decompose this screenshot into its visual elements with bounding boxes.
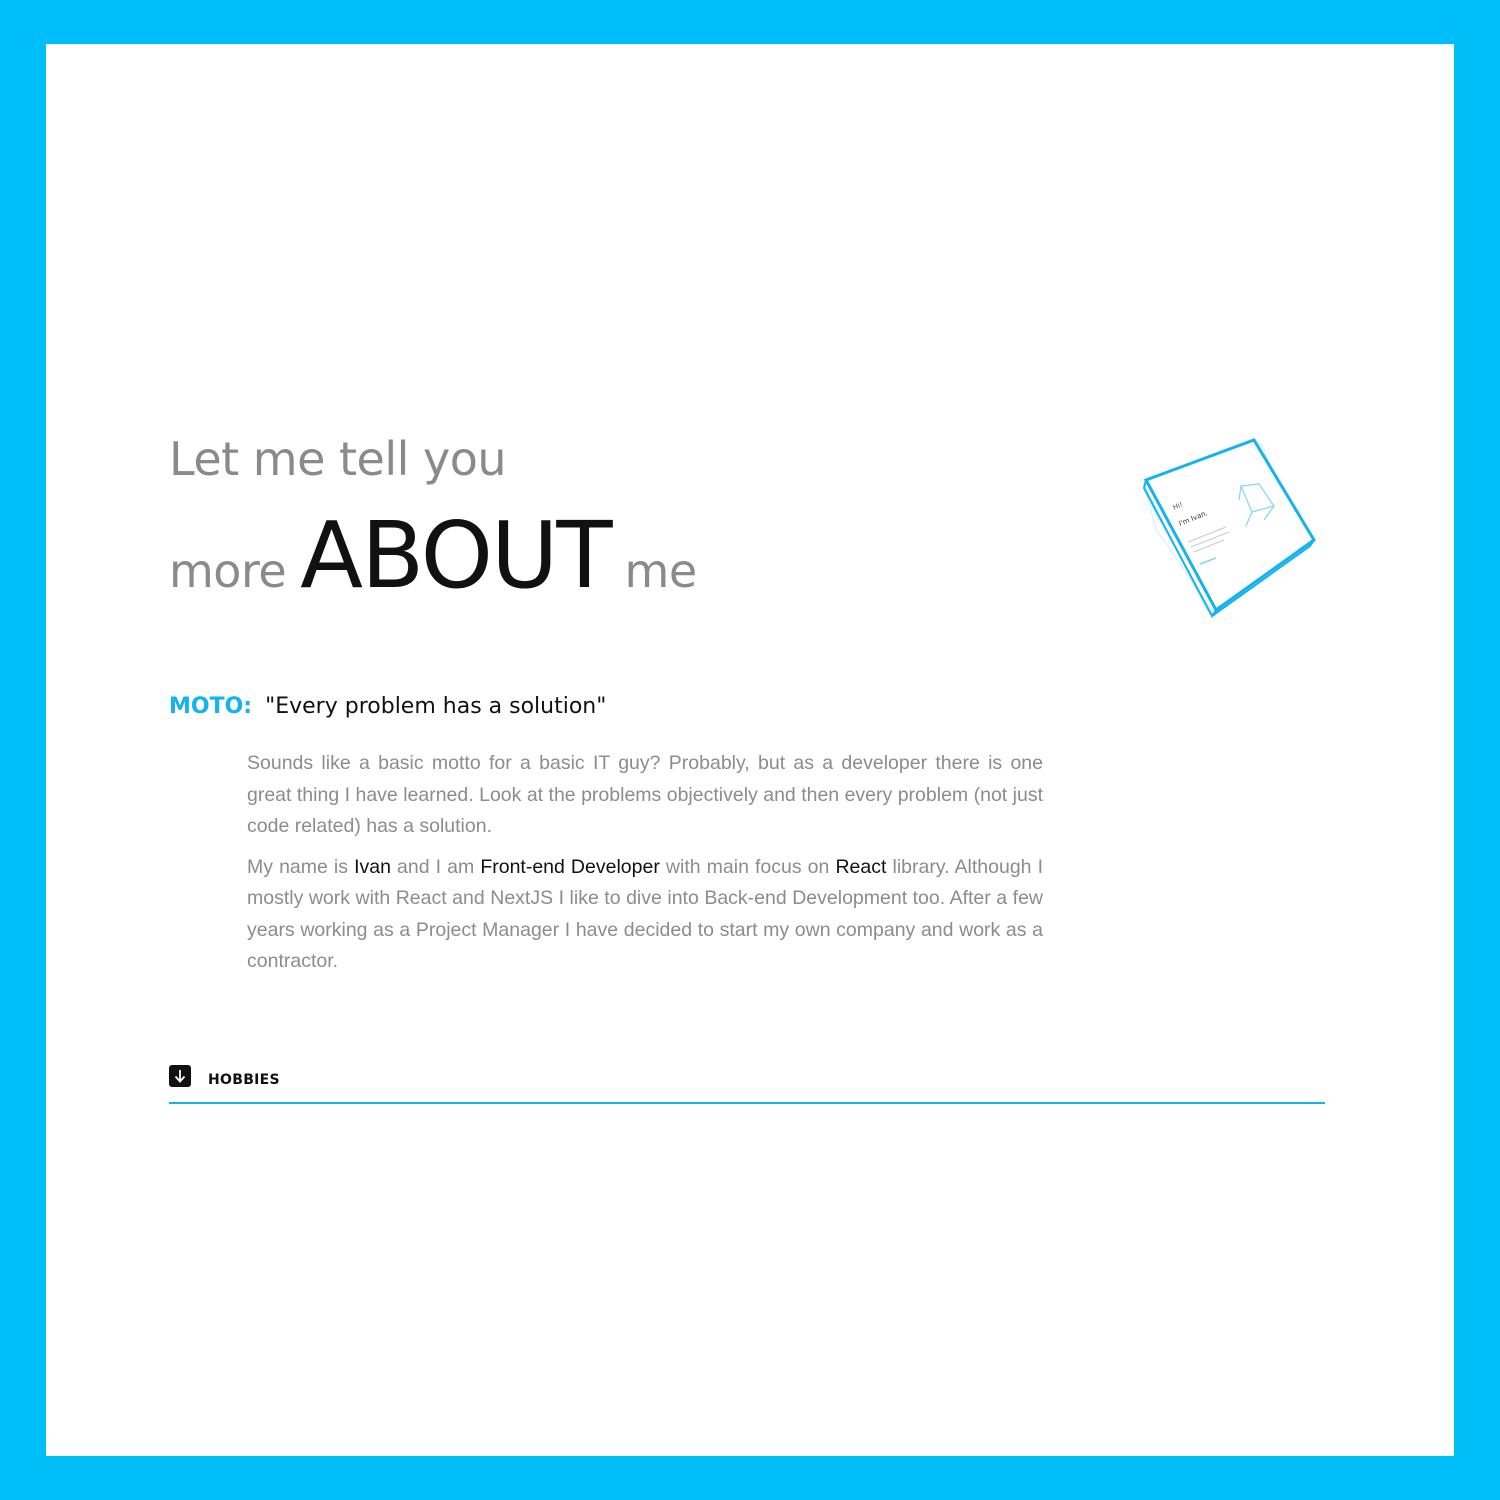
p2-text-1: My name is [247,855,355,878]
highlight-name: Ivan [354,855,391,878]
about-section: Let me tell you more ABOUT me Hi! I'm Ivan… [46,44,1454,1456]
highlight-role: Front-end Developer [480,855,660,878]
section-divider [169,1102,1325,1104]
moto-row: MOTO: "Every problem has a solution" [169,694,606,719]
arrow-down-icon[interactable] [169,1065,191,1087]
moto-label: MOTO: [169,694,253,719]
moto-text: "Every problem has a solution" [265,694,607,719]
cube-icon: Hi! I'm Ivan. [1142,438,1316,618]
heading-emphasis: ABOUT [300,502,612,609]
paragraph-1: Sounds like a basic motto for a basic IT… [247,752,1043,837]
heading-line-2: more ABOUT me [169,502,697,609]
heading-line-1: Let me tell you [169,432,507,486]
p2-text-2: and I am [390,855,481,878]
hobbies-label[interactable]: HOBBIES [208,1072,280,1088]
heading-pre: more [169,544,287,598]
paragraph-2: My name is Ivan and I am Front-end Devel… [247,852,1043,978]
rotating-cube-illustration: Hi! I'm Ivan. [1136,434,1326,624]
highlight-library: React [835,855,887,878]
p2-text-3: with main focus on [659,855,836,878]
about-description: Sounds like a basic motto for a basic IT… [247,748,1043,987]
heading-post: me [624,544,698,598]
hobbies-toggle[interactable]: HOBBIES [169,1064,280,1088]
